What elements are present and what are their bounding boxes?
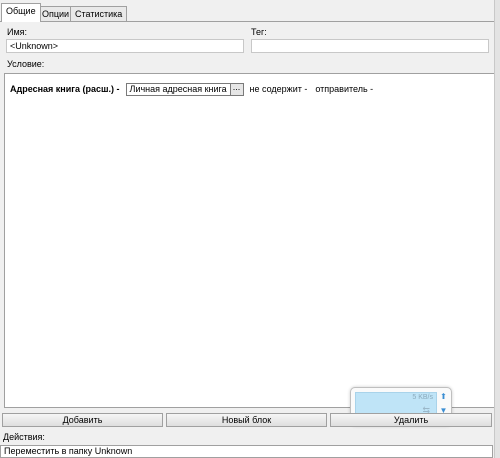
browse-button[interactable]: ...: [229, 82, 243, 95]
name-label: Имя:: [7, 27, 28, 37]
network-speed-text: 5 KB/s: [412, 394, 433, 401]
window-edge: [494, 0, 500, 458]
tab-statistics[interactable]: Статистика: [70, 6, 128, 21]
address-book-value: Личная адресная книга: [129, 84, 227, 94]
condition-label: Условие:: [7, 59, 45, 69]
address-book-select[interactable]: Личная адресная книга ...: [125, 82, 244, 96]
condition-row: Адресная книга (расш.) - Личная адресная…: [10, 82, 381, 96]
tag-label: Тег:: [251, 27, 267, 37]
name-field[interactable]: <Unknown>: [6, 39, 244, 53]
tag-field[interactable]: [251, 39, 489, 53]
general-panel: Имя: <Unknown> Тег: Условие: Адресная кн…: [0, 22, 500, 458]
action-item[interactable]: Переместить в папку Unknown: [4, 446, 132, 456]
add-button[interactable]: Добавить: [2, 413, 163, 427]
tab-general[interactable]: Общие: [1, 3, 41, 22]
condition-operator-token[interactable]: не содержит -: [250, 84, 308, 94]
tab-bar: Общие Опции Статистика: [0, 0, 500, 22]
actions-label: Действия:: [3, 432, 45, 442]
actions-list[interactable]: Переместить в папку Unknown: [0, 445, 493, 458]
condition-field-token[interactable]: Адресная книга (расш.) -: [10, 84, 120, 94]
condition-target-token[interactable]: отправитель -: [315, 84, 373, 94]
delete-button[interactable]: Удалить: [330, 413, 492, 427]
new-block-button[interactable]: Новый блок: [166, 413, 327, 427]
tab-options[interactable]: Опции: [37, 6, 75, 21]
condition-editor[interactable]: Адресная книга (расш.) - Личная адресная…: [4, 73, 495, 426]
network-up-icon[interactable]: ⬆: [439, 392, 448, 401]
